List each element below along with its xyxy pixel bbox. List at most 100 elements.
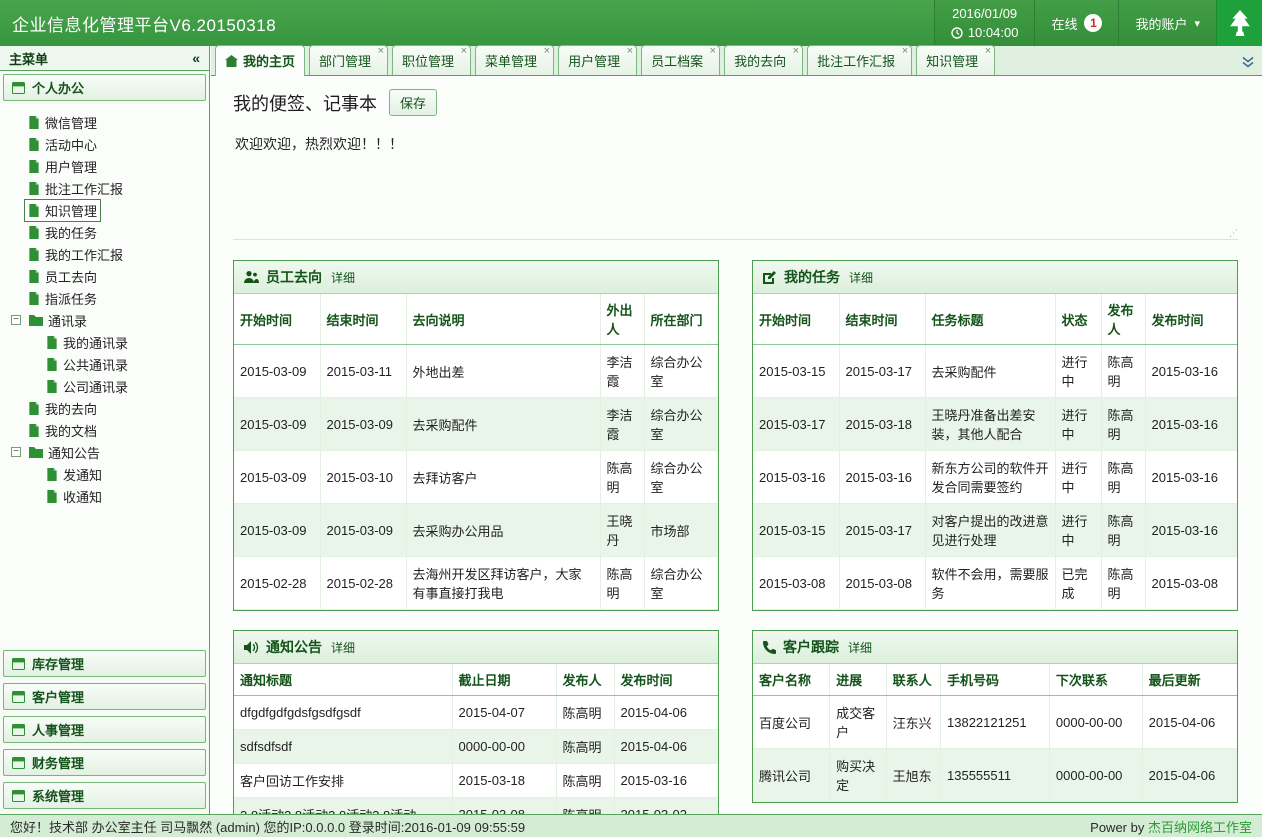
table-row[interactable]: 2015-03-152015-03-17去采购配件进行中陈高明2015-03-1… xyxy=(753,345,1237,398)
table-cell: 去采购配件 xyxy=(925,345,1055,398)
tree-item[interactable]: 我的任务 xyxy=(0,221,209,243)
tab[interactable]: 职位管理 × xyxy=(392,45,471,75)
column-header: 状态 xyxy=(1055,294,1101,345)
panel-detail-link[interactable]: 详细 xyxy=(848,639,872,656)
table-cell: 新东方公司的软件开发合同需要签约 xyxy=(925,451,1055,504)
tab[interactable]: 菜单管理× xyxy=(475,45,554,75)
table-cell: 2015-03-17 xyxy=(753,398,839,451)
table-row[interactable]: 2015-03-092015-03-11外地出差李洁霞综合办公室 xyxy=(234,345,718,398)
theme-button[interactable] xyxy=(1216,0,1262,46)
tab-close-icon[interactable]: × xyxy=(627,46,633,57)
table-row[interactable]: 3.8活动3.8活动3.8活动3.8活动2015-03-08陈高明2015-03… xyxy=(234,798,718,815)
tree-item[interactable]: 批注工作汇报 xyxy=(0,177,209,199)
table-row[interactable]: 2015-02-282015-02-28去海州开发区拜访客户，大家有事直接打我电… xyxy=(234,557,718,610)
table-row[interactable]: 腾讯公司购买决定王旭东1355555110000-00-002015-04-06 xyxy=(753,749,1237,802)
tab-close-icon[interactable]: × xyxy=(902,46,908,57)
table-cell: 李洁霞 xyxy=(600,398,644,451)
tree-item[interactable]: 指派任务 xyxy=(0,287,209,309)
table-cell: 2015-03-09 xyxy=(320,398,406,451)
table-row[interactable]: 2015-03-082015-03-08软件不会用，需要服务已完成陈高明2015… xyxy=(753,557,1237,610)
tree-item[interactable]: 公司通讯录 xyxy=(0,375,209,397)
module-icon xyxy=(12,790,25,802)
tab-label: 部门管理 xyxy=(319,51,371,70)
tab-label: 职位管理 xyxy=(402,51,454,70)
table-row[interactable]: 百度公司成交客户汪东兴138221212510000-00-002015-04-… xyxy=(753,696,1237,749)
table-cell: 陈高明 xyxy=(1101,557,1145,610)
tab-close-icon[interactable]: × xyxy=(710,46,716,57)
tab-close-icon[interactable]: × xyxy=(461,46,467,57)
tree-item[interactable]: 我的去向 xyxy=(0,397,209,419)
panel-detail-link[interactable]: 详细 xyxy=(849,269,873,286)
column-header: 发布时间 xyxy=(1145,294,1237,345)
tree-item[interactable]: 活动中心 xyxy=(0,133,209,155)
save-button[interactable]: 保存 xyxy=(389,89,437,116)
collapse-node-icon[interactable]: − xyxy=(11,447,21,457)
tree-item-label: 通知公告 xyxy=(48,443,100,462)
tree-item[interactable]: 员工去向 xyxy=(0,265,209,287)
table-cell: 综合办公室 xyxy=(644,345,718,398)
tree-item[interactable]: 我的文档 xyxy=(0,419,209,441)
tab-close-icon[interactable]: × xyxy=(544,46,550,57)
table-row[interactable]: sdfsdfsdf0000-00-00陈高明2015-04-06 xyxy=(234,730,718,764)
panel-detail-link[interactable]: 详细 xyxy=(331,639,355,656)
tab[interactable]: 我的主页 xyxy=(215,45,305,76)
table-row[interactable]: dfgdfgdfgdsfgsdfgsdf2015-04-07陈高明2015-04… xyxy=(234,696,718,730)
tree-item[interactable]: −通讯录 xyxy=(0,309,209,331)
accordion-section[interactable]: 库存管理 xyxy=(3,650,206,677)
table-cell: 进行中 xyxy=(1055,504,1101,557)
collapse-sidebar-icon[interactable]: « xyxy=(192,50,200,66)
home-icon xyxy=(225,55,238,67)
online-indicator[interactable]: 在线 1 xyxy=(1034,0,1118,46)
table-header-row: 通知标题截止日期发布人发布时间 xyxy=(234,664,718,696)
tree-item-label: 我的去向 xyxy=(45,399,97,418)
account-menu[interactable]: 我的账户 ▾ xyxy=(1118,0,1216,46)
table-row[interactable]: 2015-03-092015-03-09去采购配件李洁霞综合办公室 xyxy=(234,398,718,451)
tree-item[interactable]: 知识管理 xyxy=(0,199,209,221)
accordion-personal-office[interactable]: 个人办公 xyxy=(3,74,206,101)
tree-item[interactable]: − 通知公告 xyxy=(0,441,209,463)
notes-editor[interactable]: 欢迎欢迎，热烈欢迎！！！ ⋰ xyxy=(233,128,1238,240)
tree-item[interactable]: 发通知 xyxy=(0,463,209,485)
table-cell: 2015-03-16 xyxy=(839,451,925,504)
accordion-section[interactable]: 客户管理 xyxy=(3,683,206,710)
tab-close-icon[interactable]: × xyxy=(985,46,991,57)
table-cell: 综合办公室 xyxy=(644,557,718,610)
tab[interactable]: 部门管理 × xyxy=(309,45,388,75)
accordion-label: 客户管理 xyxy=(32,687,84,706)
tab[interactable]: 员工档案× xyxy=(641,45,720,75)
table-cell: 陈高明 xyxy=(600,557,644,610)
tab[interactable]: 知识管理× xyxy=(916,45,995,75)
tree-item[interactable]: 微信管理 xyxy=(0,111,209,133)
accordion-section[interactable]: 人事管理 xyxy=(3,716,206,743)
panel-notices: 通知公告 详细 通知标题截止日期发布人发布时间dfgdfgdfgdsfgsdfg… xyxy=(233,630,719,814)
table-row[interactable]: 2015-03-172015-03-18王晓丹准备出差安装，其他人配合进行中陈高… xyxy=(753,398,1237,451)
table-row[interactable]: 2015-03-152015-03-17对客户提出的改进意见进行处理进行中陈高明… xyxy=(753,504,1237,557)
tab[interactable]: 用户管理× xyxy=(558,45,637,75)
tree-item[interactable]: 我的工作汇报 xyxy=(0,243,209,265)
table-cell: 2015-03-18 xyxy=(452,764,556,798)
tree-item[interactable]: 收通知 xyxy=(0,485,209,507)
studio-link[interactable]: 杰百纳网络工作室 xyxy=(1148,820,1252,835)
table-cell: 2015-03-09 xyxy=(234,398,320,451)
tab-strip: 我的主页部门管理×职位管理×菜单管理×用户管理×员工档案×我的去向×批注工作汇报… xyxy=(213,42,997,75)
table-row[interactable]: 客户回访工作安排2015-03-18陈高明2015-03-16 xyxy=(234,764,718,798)
collapse-node-icon[interactable]: − xyxy=(11,315,21,325)
resize-handle-icon[interactable]: ⋰ xyxy=(1229,228,1238,239)
tree-item[interactable]: 公共通讯录 xyxy=(0,353,209,375)
tab-close-icon[interactable]: × xyxy=(793,46,799,57)
account-label: 我的账户 xyxy=(1135,14,1187,33)
tree-item[interactable]: 我的通讯录 xyxy=(0,331,209,353)
edit-icon xyxy=(763,270,777,284)
table-row[interactable]: 2015-03-092015-03-09去采购办公用品王晓丹市场部 xyxy=(234,504,718,557)
chevron-double-down-icon[interactable] xyxy=(1241,56,1255,69)
table-row[interactable]: 2015-03-092015-03-10去拜访客户陈高明综合办公室 xyxy=(234,451,718,504)
accordion-section[interactable]: 系统管理 xyxy=(3,782,206,809)
accordion-section[interactable]: 财务管理 xyxy=(3,749,206,776)
tab[interactable]: 我的去向× xyxy=(724,45,803,75)
tree-item[interactable]: 用户管理 xyxy=(0,155,209,177)
panel-detail-link[interactable]: 详细 xyxy=(331,269,355,286)
tab-close-icon[interactable]: × xyxy=(378,46,384,57)
table-row[interactable]: 2015-03-162015-03-16新东方公司的软件开发合同需要签约进行中陈… xyxy=(753,451,1237,504)
sidebar: 主菜单 « 个人办公 微信管理活动中心用户管理批注工作汇报知识管理我的任务我的工… xyxy=(0,46,210,814)
tab[interactable]: 批注工作汇报× xyxy=(807,45,912,75)
